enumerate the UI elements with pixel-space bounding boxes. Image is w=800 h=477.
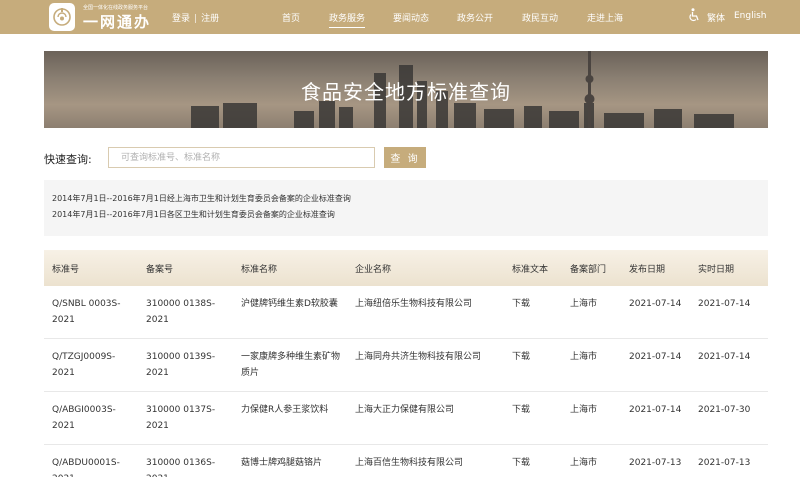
table-row-std-no: Q/TZGJ0009S- 2021	[52, 352, 116, 378]
nav-home[interactable]: 首页	[282, 11, 300, 24]
nav-news[interactable]: 要闻动态	[393, 11, 429, 24]
page-title: 食品安全地方标准查询	[301, 80, 511, 104]
table-row-std-name: 菇博士牌鸡腿菇铬片	[241, 458, 323, 468]
column-header-record-no: 备案号	[146, 265, 174, 275]
row-divider	[44, 444, 768, 445]
column-header-publish-date: 发布日期	[629, 265, 666, 275]
query-notes-box: 2014年7月1日--2016年7月1日经上海市卫生和计划生育委员会备案的企业标…	[44, 180, 768, 236]
table-row-std-name: 力保健R人参王浆饮料	[241, 405, 329, 415]
table-row-download-link[interactable]: 下载	[512, 455, 530, 471]
wheelchair-icon[interactable]	[688, 8, 700, 22]
table-row-std-name: 一家康牌多种维生素矿物 质片	[241, 352, 341, 378]
table-row-record-no: 310000 0139S- 2021	[146, 352, 216, 378]
table-row-record-no: 310000 0138S- 2021	[146, 299, 216, 325]
row-divider	[44, 338, 768, 339]
row-divider	[44, 391, 768, 392]
nav-about-shanghai[interactable]: 走进上海	[587, 11, 623, 24]
table-row-effective-date: 2021-07-30	[698, 405, 751, 415]
table-row-record-no: 310000 0137S- 2021	[146, 405, 216, 431]
table-row-publish-date: 2021-07-14	[629, 405, 682, 415]
logo-subtitle: 全国一体化在线政务服务平台	[83, 5, 149, 11]
table-row-publish-date: 2021-07-14	[629, 299, 682, 309]
table-row-dept: 上海市	[570, 458, 598, 468]
note-district-standards-link[interactable]: 2014年7月1日--2016年7月1日各区卫生和计划生育委员会备案的企业标准查…	[52, 209, 335, 220]
table-row-std-name: 沪健牌钙维生素D软胶囊	[241, 299, 338, 309]
table-row-dept: 上海市	[570, 299, 598, 309]
table-row-dept: 上海市	[570, 352, 598, 362]
table-row-effective-date: 2021-07-13	[698, 458, 751, 468]
auth-separator: |	[194, 14, 198, 24]
lang-english-link[interactable]: English	[734, 11, 767, 21]
table-row-effective-date: 2021-07-14	[698, 299, 751, 309]
auth-links: 登录 | 注册	[172, 11, 219, 24]
register-link[interactable]: 注册	[201, 14, 219, 24]
search-button[interactable]: 查 询	[384, 147, 426, 168]
table-row-std-no: Q/ABGI0003S- 2021	[52, 405, 116, 431]
table-row-effective-date: 2021-07-14	[698, 352, 751, 362]
table-row-company: 上海同舟共济生物科技有限公司	[355, 352, 482, 362]
nav-citizen-interaction[interactable]: 政民互动	[522, 11, 558, 24]
table-row-record-no: 310000 0136S-2021	[146, 458, 216, 477]
logo-emblem-icon[interactable]	[49, 3, 75, 31]
lang-traditional-link[interactable]: 繁体	[707, 11, 725, 24]
page-banner: 食品安全地方标准查询	[44, 51, 768, 128]
table-row-std-no: Q/ABDU0001S-2021	[52, 458, 120, 477]
table-row-download-link[interactable]: 下载	[512, 296, 530, 312]
search-input[interactable]	[108, 147, 375, 168]
search-label: 快速查询:	[44, 153, 92, 166]
nav-government-affairs[interactable]: 政务公开	[457, 11, 493, 24]
column-header-effective-date: 实时日期	[698, 265, 735, 275]
login-link[interactable]: 登录	[172, 14, 190, 24]
column-header-std-name: 标准名称	[241, 265, 278, 275]
column-header-std-text: 标准文本	[512, 265, 549, 275]
column-header-std-no: 标准号	[52, 265, 80, 275]
column-header-dept: 备案部门	[570, 265, 607, 275]
table-row-download-link[interactable]: 下载	[512, 349, 530, 365]
table-row-download-link[interactable]: 下载	[512, 402, 530, 418]
nav-government-services[interactable]: 政务服务	[329, 11, 366, 28]
note-city-standards-link[interactable]: 2014年7月1日--2016年7月1日经上海市卫生和计划生育委员会备案的企业标…	[52, 193, 351, 204]
column-header-company: 企业名称	[355, 265, 392, 275]
table-row-company: 上海百信生物科技有限公司	[355, 458, 464, 468]
table-row-dept: 上海市	[570, 405, 598, 415]
table-row-std-no: Q/SNBL 0003S- 2021	[52, 299, 121, 325]
table-row-publish-date: 2021-07-14	[629, 352, 682, 362]
logo-title[interactable]: 一网通办	[83, 11, 151, 32]
table-row-company: 上海纽倍乐生物科技有限公司	[355, 299, 473, 309]
table-row-publish-date: 2021-07-13	[629, 458, 682, 468]
table-row-company: 上海大正力保健有限公司	[355, 405, 455, 415]
top-navigation-bar: 全国一体化在线政务服务平台 一网通办 登录 | 注册 首页 政务服务 要闻动态 政务…	[0, 0, 800, 34]
